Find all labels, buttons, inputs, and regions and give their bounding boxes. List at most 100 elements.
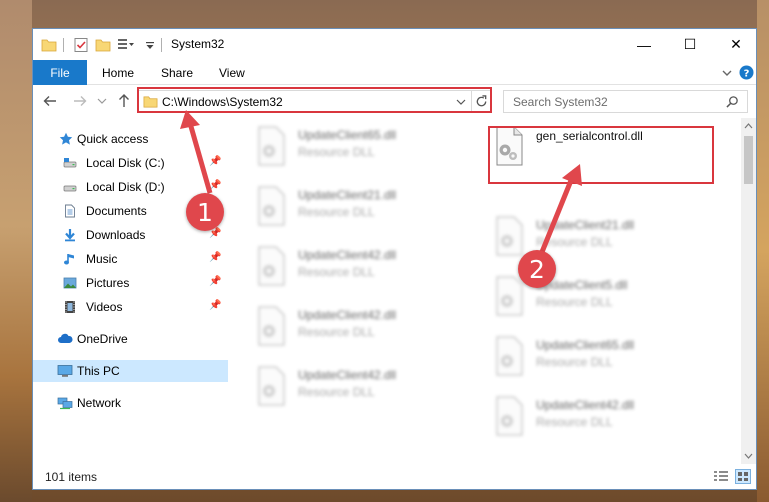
minimize-icon: — bbox=[637, 36, 651, 53]
file-type: Resource DLL bbox=[298, 145, 375, 159]
item-count: 101 items bbox=[45, 470, 98, 484]
file-name: UpdateClient42.dll bbox=[298, 368, 397, 382]
star-icon bbox=[59, 132, 73, 145]
sidebar-item-label: Local Disk (D:) bbox=[86, 180, 165, 194]
sidebar-item-label: Documents bbox=[86, 204, 147, 218]
status-bar: 101 items bbox=[33, 464, 756, 489]
drive-icon bbox=[63, 185, 77, 192]
file-item[interactable]: UpdateClient65.dll Resource DLL bbox=[254, 126, 484, 180]
pin-icon: 📌 bbox=[209, 252, 222, 263]
file-type: Resource DLL bbox=[298, 265, 375, 279]
maximize-button[interactable]: ☐ bbox=[667, 29, 713, 60]
help-icon[interactable]: ? bbox=[739, 65, 754, 80]
title-bar: System32 — ☐ ✕ bbox=[33, 29, 756, 60]
sidebar-item-label: This PC bbox=[77, 364, 120, 378]
window-title: System32 bbox=[171, 37, 225, 51]
vertical-scrollbar[interactable] bbox=[741, 118, 756, 464]
large-icons-view-icon[interactable] bbox=[735, 469, 751, 484]
new-folder-icon[interactable] bbox=[95, 37, 111, 53]
file-type: Resource DLL bbox=[536, 415, 613, 429]
scroll-up-icon[interactable] bbox=[744, 122, 753, 130]
dll-file-icon bbox=[496, 216, 523, 256]
dll-file-icon bbox=[258, 306, 285, 346]
file-type: Resource DLL bbox=[536, 295, 613, 309]
desktop-background-left bbox=[0, 0, 32, 502]
search-input[interactable]: Search System32 bbox=[503, 90, 748, 113]
title-separator bbox=[161, 38, 162, 52]
back-icon[interactable] bbox=[43, 94, 57, 108]
search-placeholder: Search System32 bbox=[513, 95, 608, 109]
tab-home[interactable]: Home bbox=[102, 66, 134, 80]
sidebar-item-videos[interactable]: Videos 📌 bbox=[33, 296, 228, 318]
sidebar-item-label: Quick access bbox=[77, 132, 149, 146]
network-icon bbox=[57, 397, 73, 410]
close-icon: ✕ bbox=[730, 36, 742, 52]
file-item[interactable]: UpdateClient42.dll Resource DLL bbox=[254, 246, 484, 300]
close-button[interactable]: ✕ bbox=[713, 29, 759, 60]
documents-icon bbox=[65, 204, 75, 218]
file-name: UpdateClient65.dll bbox=[298, 128, 397, 142]
chevron-down-icon[interactable] bbox=[145, 37, 155, 53]
sidebar-item-label: Local Disk (C:) bbox=[86, 156, 165, 170]
sidebar-item-label: Videos bbox=[86, 300, 123, 314]
dll-file-icon bbox=[258, 366, 285, 406]
drive-icon bbox=[63, 158, 77, 168]
step-1-badge: 1 bbox=[186, 193, 224, 231]
file-name: UpdateClient42.dll bbox=[536, 398, 635, 412]
sidebar-item-label: Music bbox=[86, 252, 118, 266]
file-item[interactable]: UpdateClient42.dll Resource DLL bbox=[254, 366, 484, 420]
desktop-background-right bbox=[757, 0, 769, 502]
file-highlight bbox=[488, 126, 714, 184]
maximize-icon: ☐ bbox=[683, 36, 697, 52]
svg-text:?: ? bbox=[744, 68, 750, 79]
sidebar-item-network[interactable]: Network bbox=[33, 392, 228, 414]
cloud-icon bbox=[58, 333, 73, 343]
videos-icon bbox=[65, 301, 75, 313]
step-2-badge: 2 bbox=[518, 250, 556, 288]
sidebar-item-label: OneDrive bbox=[77, 332, 128, 346]
up-icon[interactable] bbox=[117, 93, 131, 108]
details-view-icon[interactable] bbox=[713, 470, 729, 483]
tab-share[interactable]: Share bbox=[161, 66, 193, 80]
folder-icon bbox=[41, 39, 57, 52]
music-icon bbox=[64, 254, 74, 265]
customize-quick-access-icon[interactable] bbox=[117, 37, 135, 53]
title-separator bbox=[63, 38, 64, 52]
dll-file-icon bbox=[258, 186, 285, 226]
dll-file-icon bbox=[496, 396, 523, 436]
file-type: Resource DLL bbox=[298, 325, 375, 339]
properties-icon[interactable] bbox=[73, 37, 89, 53]
sidebar-item-this-pc[interactable]: This PC bbox=[33, 360, 228, 382]
file-item[interactable]: UpdateClient42.dll Resource DLL bbox=[254, 306, 484, 360]
file-item[interactable]: UpdateClient21.dll Resource DLL bbox=[254, 186, 484, 240]
file-type: Resource DLL bbox=[536, 355, 613, 369]
scroll-thumb[interactable] bbox=[744, 136, 753, 184]
search-icon[interactable] bbox=[726, 95, 739, 108]
tab-file[interactable]: File bbox=[33, 60, 87, 85]
sidebar-item-onedrive[interactable]: OneDrive bbox=[33, 328, 228, 350]
arrow-icon bbox=[180, 110, 213, 194]
dll-file-icon bbox=[496, 276, 523, 316]
file-name: UpdateClient65.dll bbox=[536, 338, 635, 352]
file-type: Resource DLL bbox=[298, 385, 375, 399]
sidebar-item-label: Downloads bbox=[86, 228, 146, 242]
file-item[interactable]: UpdateClient65.dll Resource DLL bbox=[492, 336, 722, 390]
dll-file-icon bbox=[258, 126, 285, 166]
file-item[interactable]: UpdateClient42.dll Resource DLL bbox=[492, 396, 722, 450]
downloads-icon bbox=[65, 229, 75, 242]
sidebar-item-label: Network bbox=[77, 396, 122, 410]
file-name: UpdateClient42.dll bbox=[298, 308, 397, 322]
pin-icon: 📌 bbox=[209, 276, 222, 287]
arrow-icon bbox=[539, 164, 582, 253]
tab-view[interactable]: View bbox=[219, 66, 245, 80]
sidebar-item-label: Pictures bbox=[86, 276, 130, 290]
dll-file-icon bbox=[496, 336, 523, 376]
minimize-button[interactable]: — bbox=[621, 29, 667, 60]
forward-icon[interactable] bbox=[73, 94, 87, 108]
sidebar-item-music[interactable]: Music 📌 bbox=[33, 248, 228, 270]
expand-ribbon-icon[interactable] bbox=[721, 67, 733, 79]
recent-locations-icon[interactable] bbox=[97, 96, 107, 106]
sidebar-item-pictures[interactable]: Pictures 📌 bbox=[33, 272, 228, 294]
file-name: UpdateClient21.dll bbox=[298, 188, 397, 202]
scroll-down-icon[interactable] bbox=[744, 452, 753, 460]
